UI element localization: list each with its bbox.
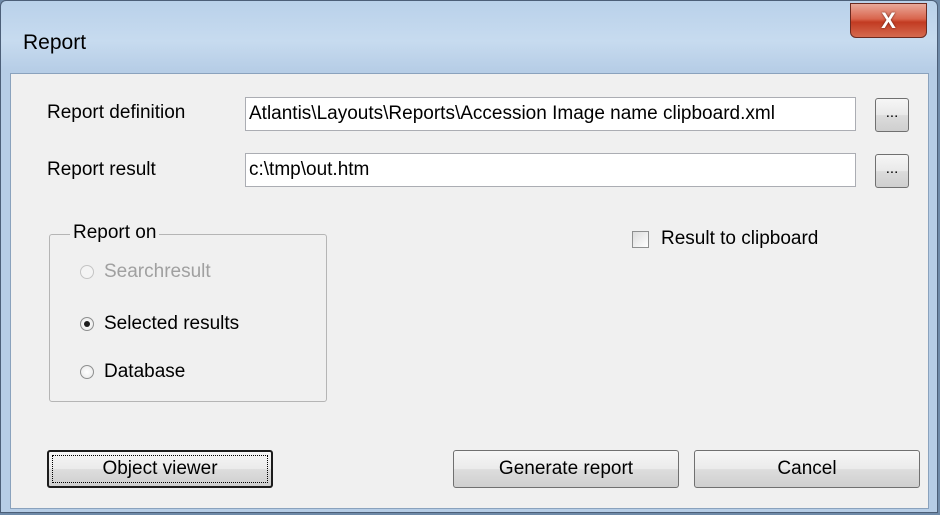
generate-report-label: Generate report [498, 458, 634, 479]
radio-database-label: Database [104, 361, 186, 382]
result-to-clipboard-label: Result to clipboard [661, 228, 819, 249]
object-viewer-button[interactable]: Object viewer [47, 450, 273, 488]
report-definition-label: Report definition [47, 102, 186, 123]
radio-database[interactable]: Database [80, 359, 185, 385]
radio-icon [80, 365, 94, 379]
report-dialog: Report X Report definition Atlantis\Layo… [0, 0, 938, 513]
report-result-browse-button[interactable]: ... [875, 154, 909, 188]
radio-selected-icon [80, 317, 94, 331]
close-icon: X [881, 7, 896, 33]
radio-selected-results[interactable]: Selected results [80, 311, 239, 337]
report-definition-browse-button[interactable]: ... [875, 98, 909, 132]
report-on-legend: Report on [70, 222, 160, 244]
report-result-field[interactable]: c:\tmp\out.htm [245, 153, 856, 187]
generate-report-button[interactable]: Generate report [453, 450, 679, 488]
radio-searchresult-label: Searchresult [104, 261, 211, 282]
checkbox-icon [632, 230, 649, 248]
cancel-label: Cancel [777, 458, 837, 479]
title-bar[interactable]: Report X [1, 1, 937, 73]
cancel-button[interactable]: Cancel [694, 450, 920, 488]
dialog-body: Report definition Atlantis\Layouts\Repor… [10, 73, 929, 509]
report-on-group: Report on Searchresult Selected results … [49, 222, 327, 402]
report-definition-field[interactable]: Atlantis\Layouts\Reports\Accession Image… [245, 97, 856, 131]
result-to-clipboard-checkbox[interactable]: Result to clipboard [632, 228, 818, 250]
close-button[interactable]: X [850, 3, 927, 38]
report-result-label: Report result [47, 159, 156, 180]
radio-selected-results-label: Selected results [104, 313, 240, 334]
radio-searchresult[interactable]: Searchresult [80, 259, 211, 285]
radio-icon [80, 265, 94, 279]
object-viewer-label: Object viewer [102, 458, 218, 479]
window-title: Report [23, 31, 87, 54]
